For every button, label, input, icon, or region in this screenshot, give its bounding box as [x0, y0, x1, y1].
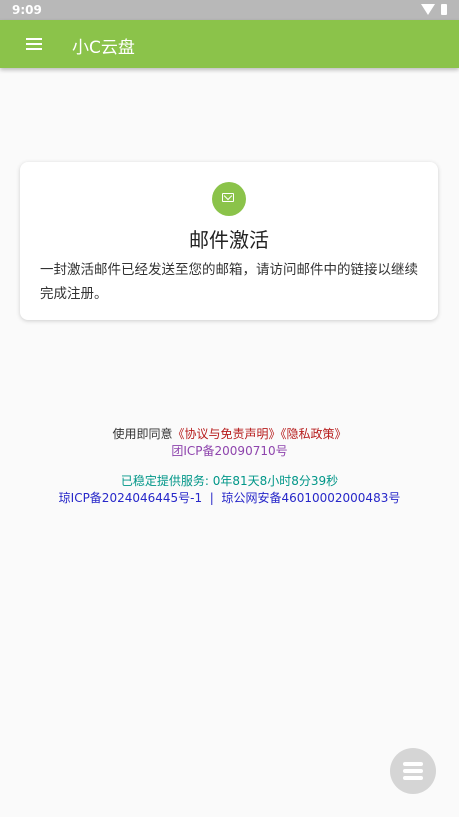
menu-icon[interactable]: [26, 38, 42, 50]
wifi-icon: [421, 4, 435, 15]
agree-prefix: 使用即同意: [112, 427, 173, 441]
registration-line: 琼ICP备2024046445号-1 | 琼公网安备46010002000483…: [0, 489, 459, 506]
app-title: 小C云盘: [72, 38, 135, 58]
uptime-text: 已稳定提供服务: 0年81天8小时8分39秒: [120, 474, 339, 488]
agreement-line: 使用即同意《协议与免责声明》《隐私政策》: [0, 425, 459, 442]
status-bar: 9:09: [0, 0, 459, 20]
floating-menu-button[interactable]: [390, 748, 436, 794]
privacy-link[interactable]: 《隐私政策》: [281, 427, 347, 441]
mail-icon: [212, 182, 246, 216]
app-bar: 小C云盘: [0, 20, 459, 68]
police-link[interactable]: 琼公网安备46010002000483号: [221, 491, 400, 505]
agreement-link[interactable]: 《协议与免责声明》: [172, 427, 280, 441]
icp-qiong-link[interactable]: 琼ICP备2024046445号-1: [59, 491, 202, 505]
battery-icon: [441, 4, 447, 15]
card-message: 一封激活邮件已经发送至您的邮箱，请访问邮件中的链接以继续完成注册。: [40, 262, 418, 302]
status-time: 9:09: [12, 3, 42, 17]
card-title: 邮件激活: [189, 228, 269, 252]
activation-card: 邮件激活 一封激活邮件已经发送至您的邮箱，请访问邮件中的链接以继续完成注册。: [20, 162, 438, 320]
icp-group-link[interactable]: 团ICP备20090710号: [0, 442, 459, 459]
footer-separator: |: [209, 491, 214, 505]
